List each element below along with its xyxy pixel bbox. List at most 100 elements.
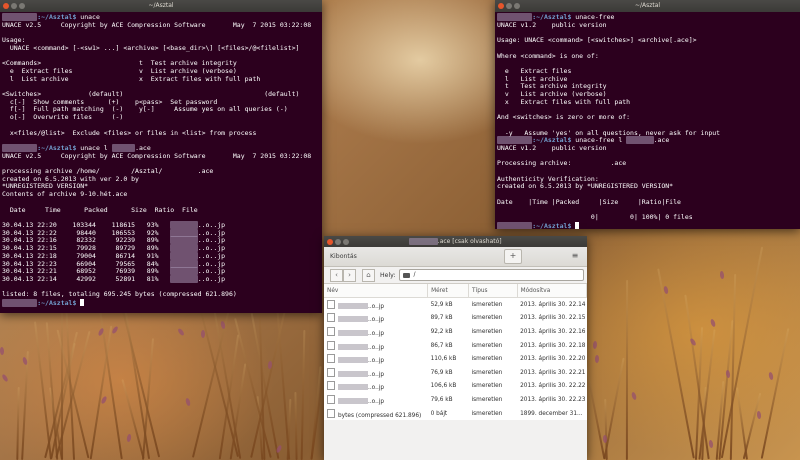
seed-head: [631, 391, 638, 400]
file-size: 92,2 kB: [430, 328, 453, 335]
file-type: ismeretlen: [471, 356, 503, 363]
file-size: 0 bájt: [430, 410, 448, 417]
archive-manager-window[interactable]: xxxxxxxx.ace [csak olvasható] Kibontás +…: [324, 236, 587, 460]
terminal-output[interactable]: xxxxxxxxx:~/Asztal$ unace-free UNACE v1.…: [495, 12, 800, 229]
file-list[interactable]: Név Méret Típus Módosítva ..o..jp 52,9 kB…: [324, 284, 587, 421]
titlebar[interactable]: ~/Asztal: [0, 0, 322, 12]
file-icon: [327, 394, 335, 404]
location-field[interactable]: /: [399, 269, 585, 281]
file-name: ..o..jp: [324, 352, 428, 366]
home-icon[interactable]: ⌂: [362, 268, 375, 282]
column-size[interactable]: Méret: [427, 284, 470, 298]
window-title: ~/Asztal: [148, 2, 174, 9]
close-icon[interactable]: [327, 239, 333, 245]
grass-stalk: [604, 398, 608, 460]
location-label: Hely:: [380, 271, 396, 279]
blurred-name: [338, 357, 368, 364]
maximize-icon[interactable]: [19, 3, 25, 9]
file-modified: 2013. április 30. 22.21: [520, 369, 586, 376]
file-name: ..o..jp: [324, 298, 428, 312]
file-icon: [327, 299, 335, 309]
file-row[interactable]: ..o..jp 79,6 kB ismeretlen 2013. április 30…: [324, 393, 587, 407]
file-row[interactable]: bytes (compressed 621.896) 0 bájt ismeretl…: [324, 407, 587, 421]
seed-head: [275, 444, 283, 454]
close-icon[interactable]: [498, 3, 504, 9]
file-icon: [327, 408, 335, 418]
seed-head: [709, 318, 716, 328]
blurred-name: [338, 397, 368, 404]
file-size: 52,9 kB: [430, 301, 453, 308]
file-name: ..o..jp: [324, 366, 428, 380]
terminal-window-left[interactable]: ~/Asztal xxxxxxxxx:~/Asztal$ unace UNACE…: [0, 0, 322, 313]
file-row[interactable]: ..o..jp 89,7 kB ismeretlen 2013. április 30…: [324, 312, 587, 326]
location-bar: ‹ › ⌂ Hely: /: [324, 267, 587, 284]
grass-stalk: [294, 391, 298, 460]
terminal-window-right[interactable]: ~/Asztal xxxxxxxxx:~/Asztal$ unace-free …: [495, 0, 800, 229]
grass-stalk: [729, 274, 737, 460]
file-name: ..o..jp: [324, 325, 428, 339]
minimize-icon[interactable]: [11, 3, 17, 9]
add-icon[interactable]: +: [504, 249, 522, 264]
file-modified: 2013. április 30. 22.18: [520, 342, 586, 349]
column-type[interactable]: Típus: [468, 284, 518, 298]
file-size: 86,7 kB: [430, 342, 453, 349]
seed-head: [708, 439, 715, 448]
file-name: ..o..jp: [324, 393, 428, 407]
header-bar: Kibontás + ≡: [324, 247, 587, 267]
window-title: ~/Asztal: [634, 2, 661, 9]
file-modified: 2013. április 30. 22.20: [520, 356, 586, 363]
file-type: ismeretlen: [471, 396, 503, 403]
file-row[interactable]: ..o..jp 76,9 kB ismeretlen 2013. április 30…: [324, 366, 587, 380]
file-type: ismeretlen: [471, 383, 503, 390]
forward-icon[interactable]: ›: [343, 268, 356, 282]
minimize-icon[interactable]: [335, 239, 341, 245]
seed-head: [663, 285, 669, 295]
seed-head: [689, 337, 697, 347]
file-row[interactable]: ..o..jp 92,2 kB ismeretlen 2013. április 30…: [324, 325, 587, 339]
extract-button[interactable]: Kibontás: [330, 253, 357, 260]
close-icon[interactable]: [3, 3, 9, 9]
blurred-name: [338, 343, 368, 350]
file-size: 79,6 kB: [430, 396, 453, 403]
seed-head: [0, 347, 5, 356]
file-row[interactable]: ..o..jp 52,9 kB ismeretlen 2013. április 30…: [324, 298, 587, 312]
titlebar[interactable]: xxxxxxxx.ace [csak olvasható]: [324, 236, 587, 247]
file-icon: [327, 367, 335, 377]
titlebar[interactable]: ~/Asztal: [495, 0, 800, 12]
file-size: 76,9 kB: [430, 369, 453, 376]
seed-head: [176, 327, 185, 337]
maximize-icon[interactable]: [514, 3, 520, 9]
file-icon: [327, 313, 335, 323]
seed-head: [126, 433, 133, 443]
terminal-output[interactable]: xxxxxxxxx:~/Asztal$ unace UNACE v2.5 Cop…: [0, 12, 322, 308]
column-modified[interactable]: Módosítva: [517, 284, 587, 298]
minimize-icon[interactable]: [506, 3, 512, 9]
blurred-name: [338, 302, 368, 309]
file-size: 110,6 kB: [430, 356, 457, 363]
column-name[interactable]: Név: [324, 284, 429, 298]
file-row[interactable]: ..o..jp 110,6 kB ismeretlen 2013. április 3…: [324, 352, 587, 366]
file-size: 106,6 kB: [430, 383, 457, 390]
menu-icon[interactable]: ≡: [567, 250, 583, 263]
grass-stalk: [89, 325, 113, 460]
blurred-name: [338, 384, 368, 391]
grass-stalk: [286, 398, 292, 460]
seed-head: [756, 410, 762, 419]
file-name: ..o..jp: [324, 312, 428, 326]
seed-head: [185, 397, 192, 407]
file-icon: [327, 340, 335, 350]
back-icon[interactable]: ‹: [330, 268, 343, 282]
file-row[interactable]: ..o..jp 86,7 kB ismeretlen 2013. április 30…: [324, 339, 587, 353]
seed-head: [725, 369, 731, 379]
maximize-icon[interactable]: [343, 239, 349, 245]
seed-head: [592, 341, 598, 350]
seed-head: [1, 373, 9, 383]
file-row[interactable]: ..o..jp 106,6 kB ismeretlen 2013. április 3…: [324, 380, 587, 394]
seed-head: [768, 371, 775, 381]
grass-stalk: [760, 327, 790, 459]
file-modified: 2013. április 30. 22.15: [520, 315, 586, 322]
file-name: ..o..jp: [324, 339, 428, 353]
file-modified: 2013. április 30. 22.16: [520, 328, 586, 335]
seed-head: [719, 270, 725, 280]
archive-name: xxxxxxxx: [409, 238, 438, 245]
